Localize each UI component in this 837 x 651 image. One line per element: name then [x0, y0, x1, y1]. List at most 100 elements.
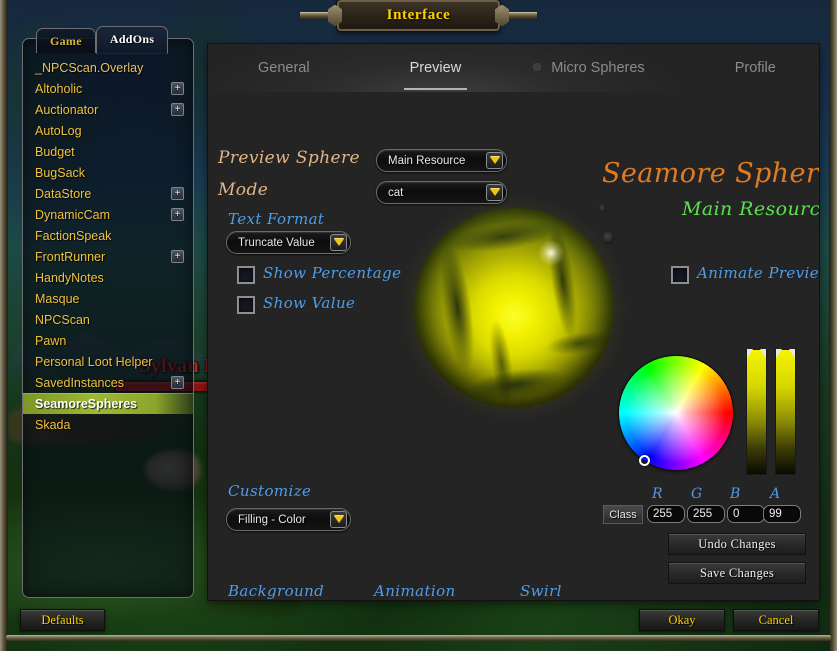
preview-sphere-value: Main Resource [388, 154, 466, 167]
list-item[interactable]: Budget [23, 141, 193, 162]
list-item[interactable]: DynamicCam + [23, 204, 193, 225]
list-item[interactable]: Skada [23, 414, 193, 435]
chevron-down-icon[interactable] [486, 152, 503, 169]
text-format-label: Text Format [228, 210, 325, 228]
list-item[interactable]: Pawn [23, 330, 193, 351]
list-item[interactable]: Masque [23, 288, 193, 309]
show-percentage-checkbox[interactable] [237, 266, 255, 284]
list-item[interactable]: HandyNotes [23, 267, 193, 288]
footer-rail [6, 635, 831, 641]
preview-sphere-dropdown[interactable]: Main Resource [376, 149, 507, 172]
swirl-label: Swirl [520, 582, 562, 600]
addon-name: SeamoreSpheres [35, 396, 138, 411]
defaults-button[interactable]: Defaults [20, 609, 105, 631]
sidebar-tab-row: Game AddOns [36, 26, 169, 54]
brand-title: Seamore Spheres [602, 158, 819, 189]
okay-button[interactable]: Okay [639, 609, 725, 631]
tab-game[interactable]: Game [36, 28, 96, 53]
show-value-checkbox[interactable] [237, 296, 255, 314]
animate-preview-label: Animate Preview [697, 264, 819, 282]
customize-value: Filling - Color [238, 513, 306, 526]
chevron-down-icon[interactable] [330, 511, 347, 528]
tab-micro-spheres-label: Micro Spheres [551, 60, 645, 76]
b-input[interactable]: 0 [727, 505, 765, 523]
expand-icon[interactable]: + [171, 187, 184, 200]
a-input[interactable]: 99 [763, 505, 801, 523]
brand-subtitle: Main Resource [682, 198, 819, 220]
animation-label: Animation [374, 582, 456, 600]
slider-thumb[interactable] [747, 349, 766, 359]
list-item[interactable]: FactionSpeak [23, 225, 193, 246]
list-item[interactable]: NPCScan [23, 309, 193, 330]
color-wheel[interactable] [619, 356, 733, 470]
addon-list: _NPCScan.Overlay Altoholic + Auctionator… [23, 53, 193, 435]
list-item[interactable]: Altoholic + [23, 78, 193, 99]
expand-icon[interactable]: + [171, 82, 184, 95]
list-item-seamorespheres[interactable]: SeamoreSpheres [23, 393, 193, 414]
tab-general-label: General [258, 60, 310, 76]
addon-name: DataStore [35, 186, 92, 201]
list-item[interactable]: BugSack [23, 162, 193, 183]
addon-name: Skada [35, 417, 71, 432]
tab-general[interactable]: General [250, 60, 318, 76]
list-item[interactable]: FrontRunner + [23, 246, 193, 267]
chevron-down-icon[interactable] [486, 184, 503, 201]
tab-profile-label: Profile [734, 60, 776, 76]
animate-preview-checkbox[interactable] [671, 266, 689, 284]
sphere-preview[interactable] [414, 208, 614, 408]
expand-icon[interactable]: + [171, 103, 184, 116]
list-item[interactable]: AutoLog [23, 120, 193, 141]
window-frame-left [0, 0, 8, 651]
class-color-button[interactable]: Class [603, 505, 643, 524]
g-input[interactable]: 255 [687, 505, 725, 523]
tab-addons[interactable]: AddOns [95, 26, 169, 54]
addon-name: FrontRunner [35, 249, 106, 264]
slider-thumb[interactable] [776, 349, 795, 359]
sphere-graphic [414, 208, 614, 408]
addon-name: FactionSpeak [35, 228, 112, 243]
text-format-dropdown[interactable]: Truncate Value [226, 231, 351, 254]
game-screen: Sylvan Bear Interface Game AddOns _NPCSc… [0, 0, 837, 651]
list-item[interactable]: DataStore + [23, 183, 193, 204]
background-label: Background [228, 582, 325, 600]
show-value-label: Show Value [263, 294, 356, 312]
window-title-bar: Interface [337, 0, 500, 31]
list-item[interactable]: SavedInstances + [23, 372, 193, 393]
addon-name: HandyNotes [35, 270, 104, 285]
window-frame-right [829, 0, 837, 651]
tab-micro-spheres[interactable]: Micro Spheres [525, 60, 653, 76]
tab-profile[interactable]: Profile [727, 60, 784, 76]
addon-name: Auctionator [35, 102, 99, 117]
config-tab-bar: General Preview Micro Spheres Profile [208, 44, 819, 92]
page-title: Interface [386, 7, 451, 23]
addon-name: Personal Loot Helper [35, 354, 153, 369]
chevron-down-icon[interactable] [330, 234, 347, 251]
cancel-button[interactable]: Cancel [733, 609, 819, 631]
addon-name: Masque [35, 291, 80, 306]
brightness-slider[interactable] [746, 349, 767, 475]
tab-preview-label: Preview [409, 60, 462, 76]
undo-changes-button[interactable]: Undo Changes [668, 533, 806, 555]
list-item[interactable]: Personal Loot Helper [23, 351, 193, 372]
text-format-value: Truncate Value [238, 236, 315, 249]
addon-name: NPCScan [35, 312, 90, 327]
expand-icon[interactable]: + [171, 250, 184, 263]
mode-value: cat [388, 186, 404, 199]
addon-name: Pawn [35, 333, 67, 348]
tab-preview[interactable]: Preview [402, 60, 470, 90]
expand-icon[interactable]: + [171, 208, 184, 221]
preview-sphere-label: Preview Sphere [218, 148, 361, 168]
addon-name: Altoholic [35, 81, 83, 96]
customize-dropdown[interactable]: Filling - Color [226, 508, 351, 531]
list-item[interactable]: Auctionator + [23, 99, 193, 120]
addon-name: DynamicCam [35, 207, 111, 222]
alpha-slider[interactable] [775, 349, 796, 475]
mode-label: Mode [218, 180, 269, 200]
list-item[interactable]: _NPCScan.Overlay [23, 57, 193, 78]
customize-label: Customize [228, 482, 312, 500]
r-input[interactable]: 255 [647, 505, 685, 523]
addon-name: Budget [35, 144, 75, 159]
save-changes-button[interactable]: Save Changes [668, 562, 806, 584]
mode-dropdown[interactable]: cat [376, 181, 507, 204]
expand-icon[interactable]: + [171, 376, 184, 389]
